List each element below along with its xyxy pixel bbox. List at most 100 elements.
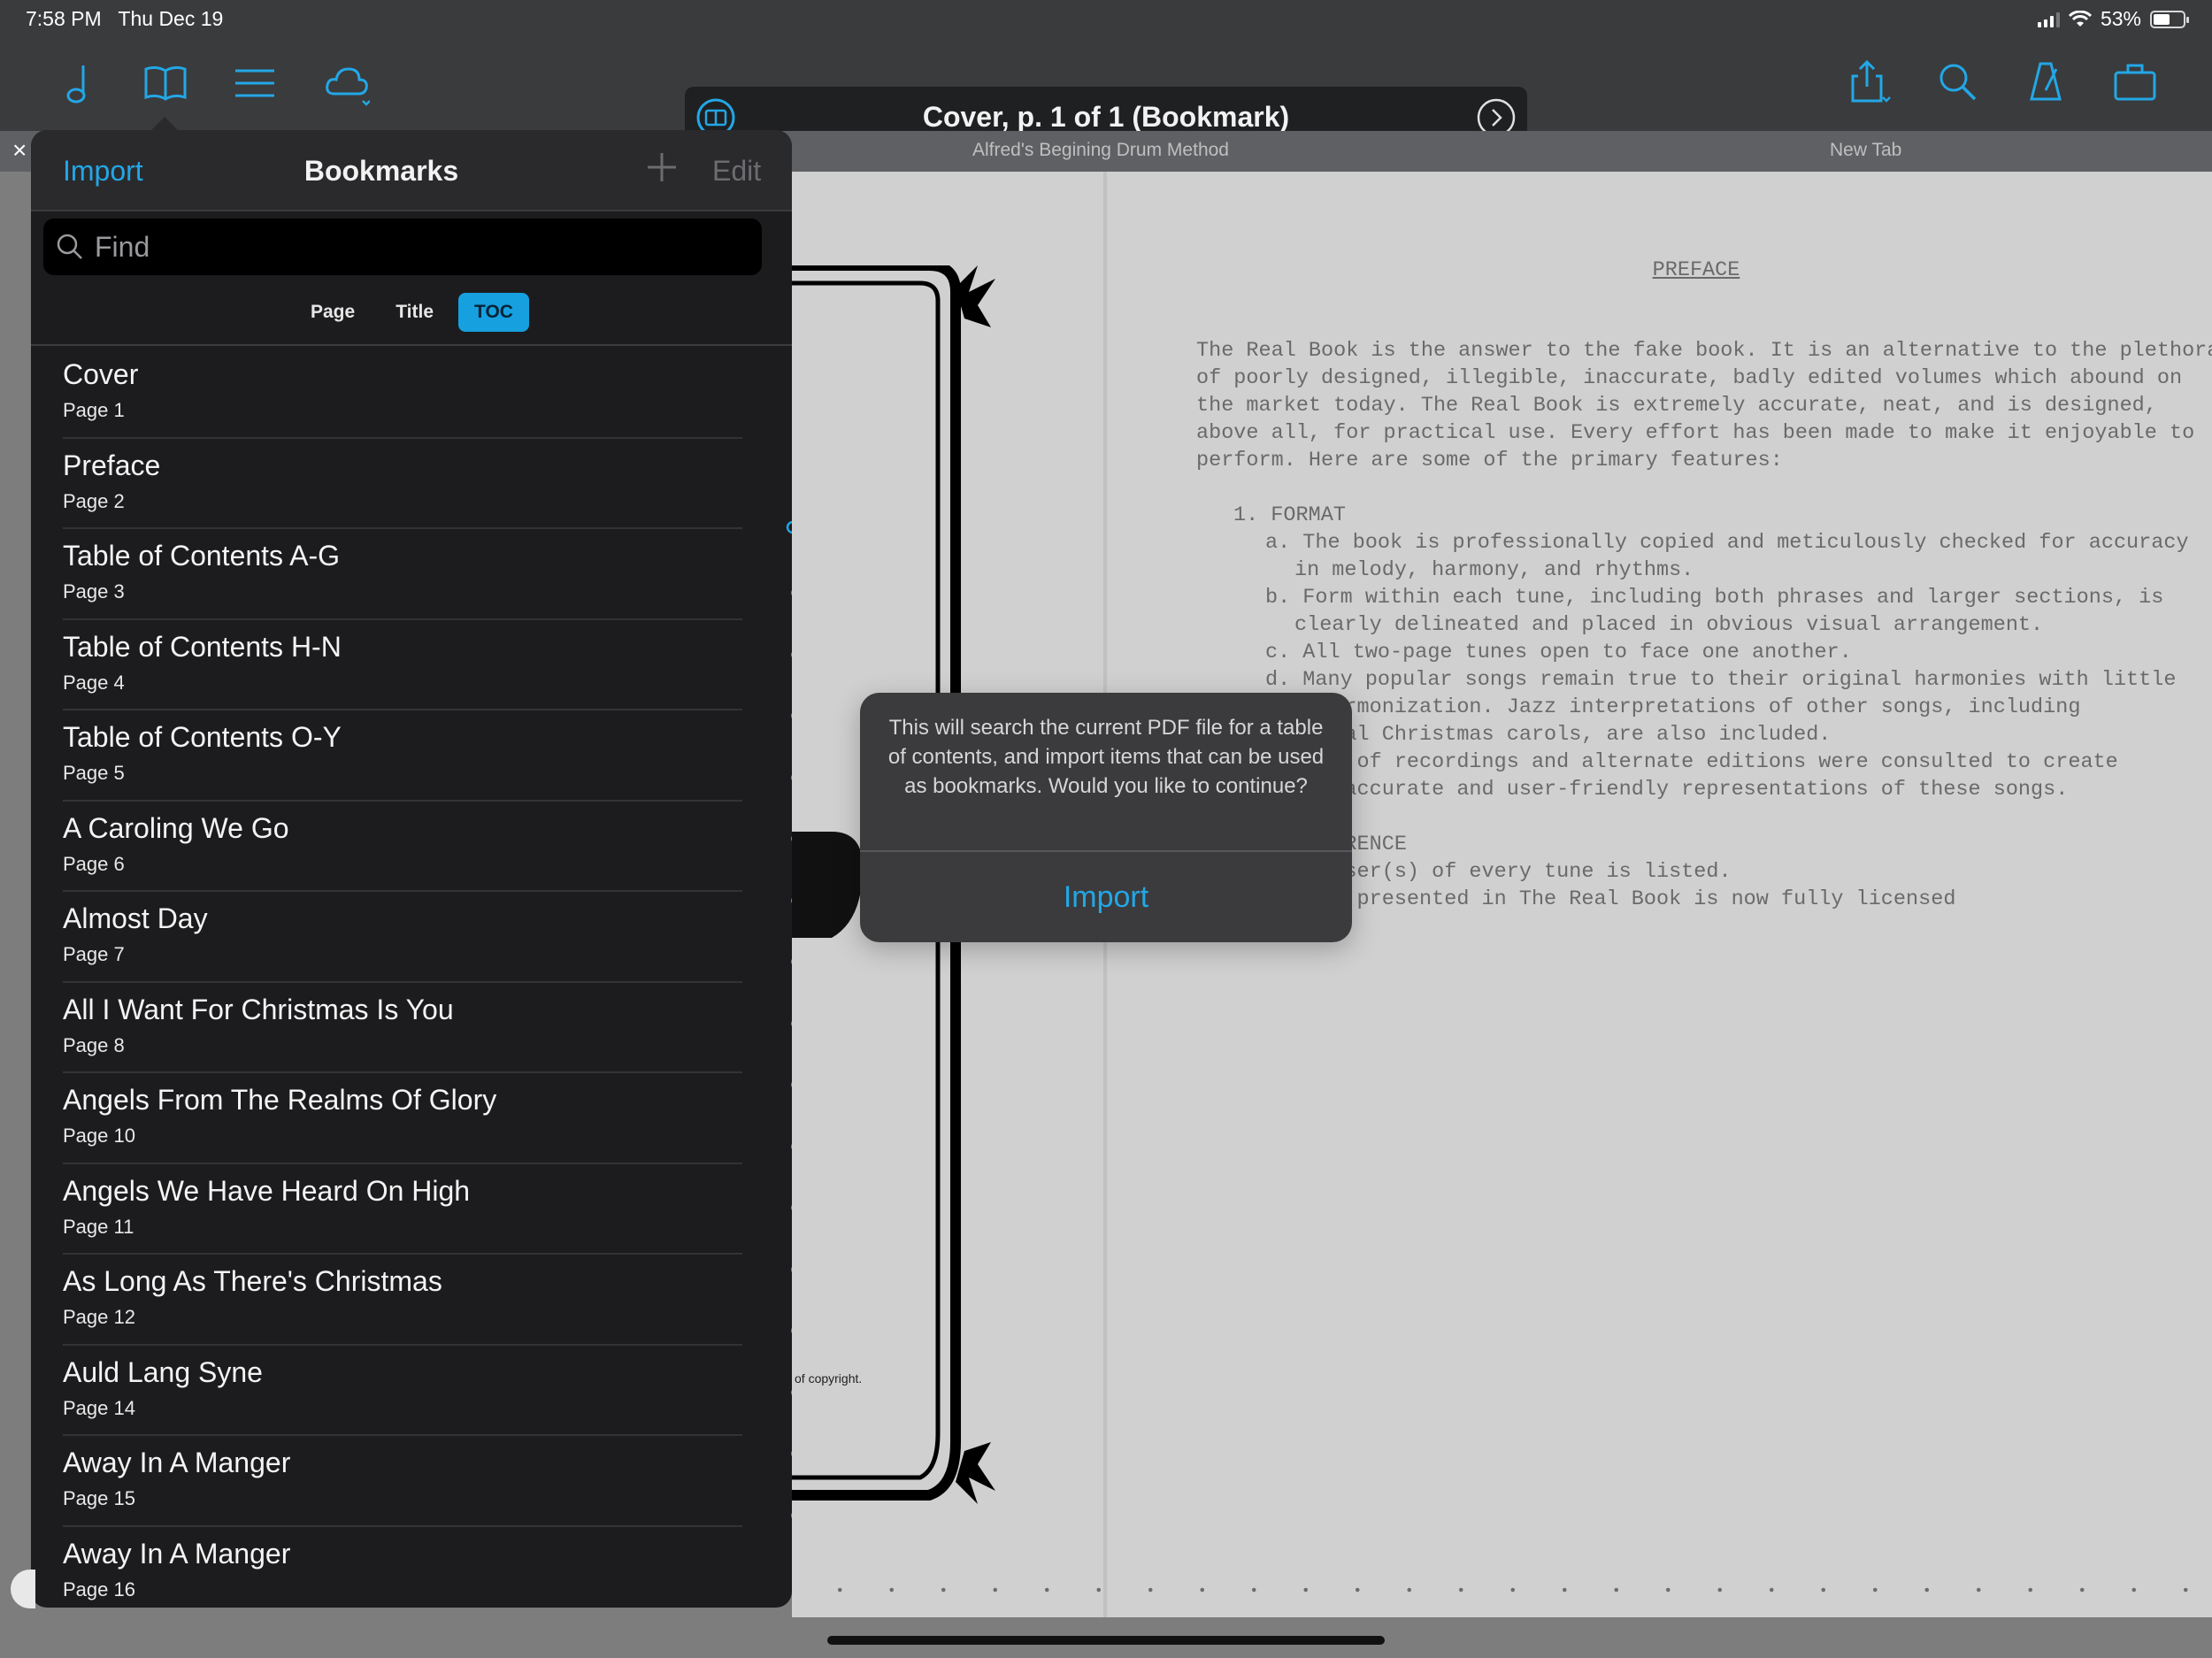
search-icon[interactable] bbox=[1931, 55, 1984, 108]
import-toc-alert: This will search the current PDF file fo… bbox=[860, 693, 1352, 942]
assistive-touch-handle[interactable] bbox=[11, 1570, 35, 1608]
battery-percent: 53% bbox=[2100, 7, 2141, 30]
bookmark-title: As Long As There's Christmas bbox=[63, 1265, 442, 1297]
alert-message: This will search the current PDF file fo… bbox=[887, 716, 1325, 798]
bookmark-row[interactable]: Cover Page 1 bbox=[31, 348, 792, 439]
bookmark-page: Page 7 bbox=[63, 943, 125, 965]
book-icon[interactable] bbox=[139, 57, 192, 110]
bookmark-row[interactable]: Table of Contents O-Y Page 5 bbox=[31, 710, 792, 802]
battery-icon bbox=[2150, 10, 2189, 28]
bookmark-page: Page 8 bbox=[63, 1033, 125, 1056]
index-dot[interactable] bbox=[791, 1511, 792, 1520]
bookmark-row[interactable]: Preface Page 2 bbox=[31, 439, 792, 529]
index-dot[interactable] bbox=[791, 1203, 792, 1212]
bookmark-title: Table of Contents A-G bbox=[63, 540, 341, 572]
toolbox-icon[interactable] bbox=[2108, 55, 2162, 108]
bookmark-title: Auld Lang Syne bbox=[63, 1355, 263, 1388]
index-dot[interactable] bbox=[791, 1326, 792, 1335]
bookmark-row[interactable]: Almost Day Page 7 bbox=[31, 892, 792, 983]
index-dot[interactable] bbox=[791, 588, 792, 597]
bookmark-title: Angels From The Realms Of Glory bbox=[63, 1084, 497, 1116]
preface-line: in melody, harmony, and rhythms. bbox=[1294, 558, 1694, 582]
preface-line: perform. Here are some of the primary fe… bbox=[1196, 449, 1783, 472]
bookmark-page: Page 4 bbox=[63, 671, 125, 694]
preface-line: b. Form within each tune, including both… bbox=[1265, 586, 2164, 610]
bookmark-row[interactable]: A Caroling We Go Page 6 bbox=[31, 802, 792, 892]
bookmark-page: Page 1 bbox=[63, 399, 125, 421]
index-search-icon[interactable] bbox=[785, 519, 792, 539]
segment-title[interactable]: Title bbox=[380, 293, 449, 332]
close-tab-icon[interactable]: × bbox=[12, 136, 27, 165]
copyright-text: of copyright. bbox=[795, 1371, 863, 1386]
toolbar: Cover, p. 1 of 1 (Bookmark) bbox=[0, 39, 2212, 149]
bookmark-row[interactable]: All I Want For Christmas Is You Page 8 bbox=[31, 983, 792, 1073]
preface-line: d. Many popular songs remain true to the… bbox=[1265, 668, 2177, 692]
bookmark-title: All I Want For Christmas Is You bbox=[63, 993, 454, 1025]
preface-line: above all, for practical use. Every effo… bbox=[1196, 421, 2195, 445]
bookmark-row[interactable]: Away In A Manger Page 16 bbox=[31, 1527, 792, 1608]
preface-line: The Real Book is the answer to the fake … bbox=[1196, 339, 2212, 363]
divider bbox=[31, 344, 792, 346]
status-time: 7:58 PM Thu Dec 19 bbox=[26, 7, 223, 31]
bookmark-page: Page 6 bbox=[63, 852, 125, 875]
index-dot[interactable] bbox=[791, 1388, 792, 1397]
bookmark-row[interactable]: Angels From The Realms Of Glory Page 10 bbox=[31, 1073, 792, 1164]
bookmark-title: Away In A Manger bbox=[63, 1447, 291, 1478]
preface-line: a. The book is professionally copied and… bbox=[1265, 531, 2189, 555]
preface-heading: PREFACE bbox=[1652, 258, 1740, 282]
preface-line: clearly delineated and placed in obvious… bbox=[1294, 613, 2044, 637]
list-icon[interactable] bbox=[228, 57, 281, 110]
status-indicators: 53% bbox=[2037, 7, 2189, 31]
index-dot[interactable] bbox=[791, 773, 792, 782]
add-bookmark-icon[interactable] bbox=[644, 150, 680, 185]
cloud-icon[interactable] bbox=[320, 57, 373, 110]
segment-toc[interactable]: TOC bbox=[458, 293, 529, 332]
index-dot[interactable] bbox=[791, 1142, 792, 1151]
edit-button[interactable]: Edit bbox=[712, 155, 761, 188]
bookmark-title: Away In A Manger bbox=[63, 1537, 291, 1570]
segment-page[interactable]: Page bbox=[295, 293, 371, 332]
bookmark-row[interactable]: Away In A Manger Page 15 bbox=[31, 1436, 792, 1527]
wifi-icon bbox=[2068, 10, 2092, 27]
bookmark-page: Page 5 bbox=[63, 762, 125, 784]
index-dot[interactable] bbox=[791, 1265, 792, 1274]
index-dot[interactable] bbox=[791, 957, 792, 966]
bookmark-row[interactable]: Angels We Have Heard On High Page 11 bbox=[31, 1164, 792, 1255]
home-indicator[interactable] bbox=[827, 1636, 1385, 1645]
bookmark-title: Table of Contents O-Y bbox=[63, 721, 342, 753]
index-dot[interactable] bbox=[791, 834, 792, 843]
clock-time: 7:58 PM bbox=[26, 7, 102, 30]
page-scrubber-dots[interactable] bbox=[814, 1587, 2194, 1593]
index-dot[interactable] bbox=[791, 1449, 792, 1458]
tab-alfreds-drum-method[interactable]: Alfred's Begining Drum Method bbox=[972, 140, 1229, 161]
preface-line: 1. FORMAT bbox=[1233, 503, 1346, 527]
index-dot[interactable] bbox=[791, 650, 792, 659]
bookmark-row[interactable]: Table of Contents H-N Page 4 bbox=[31, 620, 792, 710]
bookmark-page: Page 2 bbox=[63, 489, 125, 512]
bookmark-title: A Caroling We Go bbox=[63, 811, 289, 844]
find-field[interactable] bbox=[43, 219, 762, 275]
bookmark-row[interactable]: As Long As There's Christmas Page 12 bbox=[31, 1255, 792, 1346]
alert-import-button[interactable]: Import bbox=[860, 852, 1352, 942]
find-input[interactable] bbox=[95, 227, 749, 266]
tab-new-tab[interactable]: New Tab bbox=[1830, 140, 1901, 161]
bookmark-title: Cover bbox=[63, 358, 139, 390]
status-bar: 7:58 PM Thu Dec 19 53% bbox=[0, 0, 2212, 39]
index-dot[interactable] bbox=[791, 1080, 792, 1089]
bookmark-page: Page 3 bbox=[63, 580, 125, 603]
preface-line: of poorly designed, illegible, inaccurat… bbox=[1196, 366, 2183, 390]
section-index-strip[interactable] bbox=[785, 519, 792, 1537]
bookmark-title: Angels We Have Heard On High bbox=[63, 1174, 471, 1207]
bookmark-page: Page 12 bbox=[63, 1306, 135, 1328]
bookmark-title: Table of Contents H-N bbox=[63, 630, 342, 663]
index-dot[interactable] bbox=[791, 896, 792, 905]
bookmark-page: Page 15 bbox=[63, 1487, 135, 1509]
index-dot[interactable] bbox=[791, 1019, 792, 1028]
music-note-icon[interactable] bbox=[51, 57, 104, 110]
bookmark-row[interactable]: Table of Contents A-G Page 3 bbox=[31, 529, 792, 620]
share-icon[interactable] bbox=[1842, 55, 1895, 108]
bookmarks-header: Import Bookmarks Edit bbox=[31, 130, 792, 211]
bookmark-row[interactable]: Auld Lang Syne Page 14 bbox=[31, 1346, 792, 1436]
metronome-icon[interactable] bbox=[2019, 55, 2072, 108]
index-dot[interactable] bbox=[791, 711, 792, 720]
